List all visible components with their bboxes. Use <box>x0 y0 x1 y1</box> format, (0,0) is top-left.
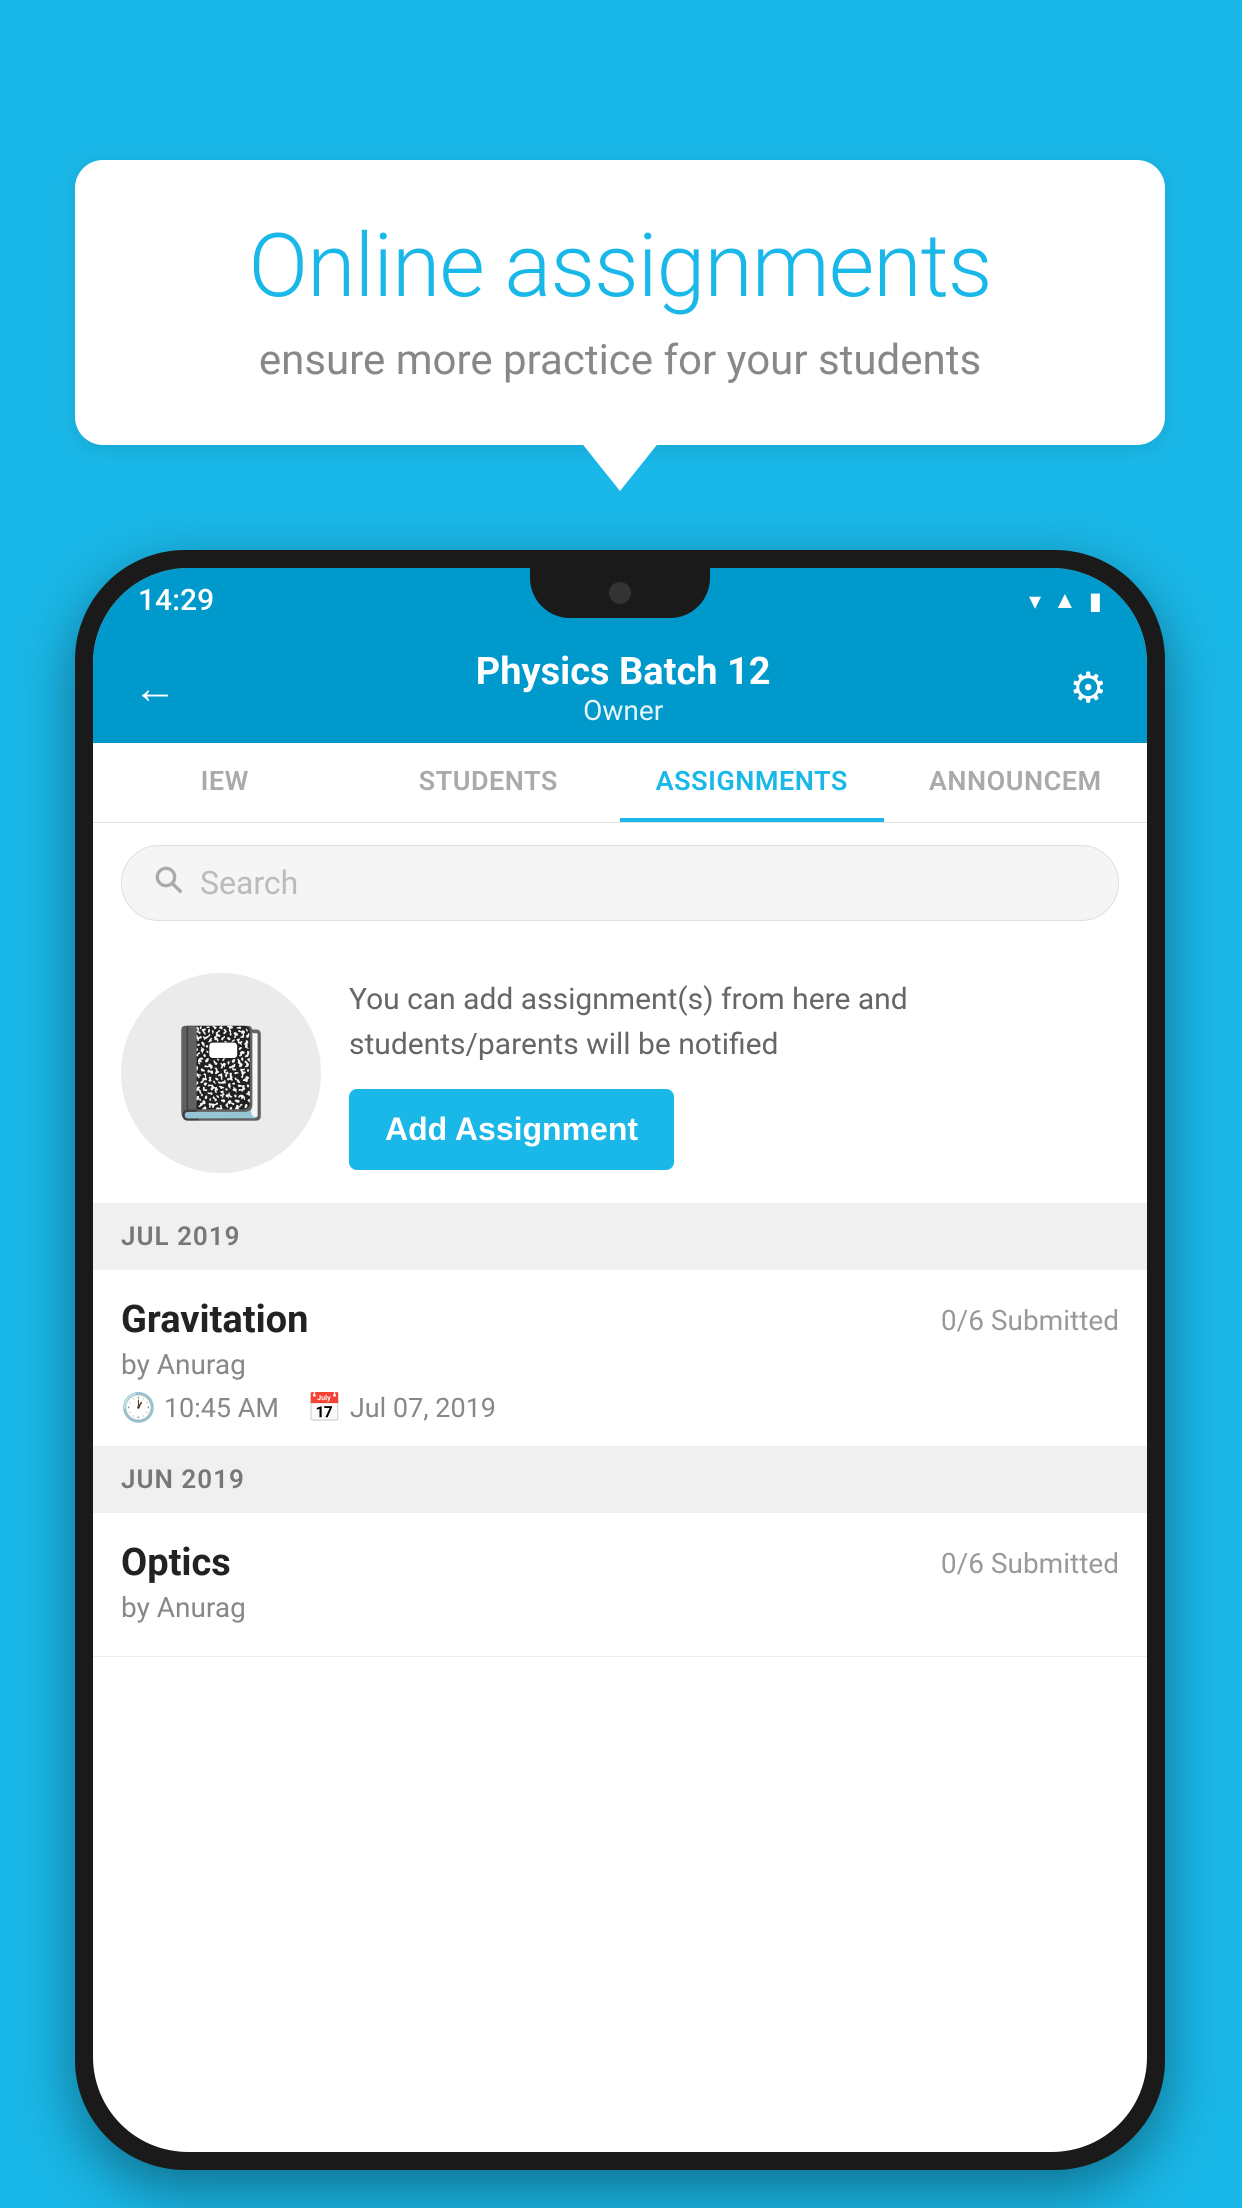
notebook-icon-wrap: 📓 <box>121 973 321 1173</box>
phone-screen: 14:29 ▾ ▲ ▮ ← Physics Batch 12 Owner ⚙ I… <box>93 568 1147 2152</box>
assignment-title-optics: Optics <box>121 1541 231 1585</box>
battery-icon: ▮ <box>1089 587 1102 615</box>
header-center: Physics Batch 12 Owner <box>476 650 771 727</box>
status-time: 14:29 <box>138 583 214 618</box>
section-header-jul: JUL 2019 <box>93 1204 1147 1270</box>
assignment-date: 📅 Jul 07, 2019 <box>307 1391 496 1424</box>
wifi-icon: ▾ <box>1029 587 1041 615</box>
clock-icon: 🕐 <box>121 1391 156 1424</box>
add-assignment-button[interactable]: Add Assignment <box>349 1089 674 1170</box>
search-container: Search <box>93 823 1147 943</box>
batch-title: Physics Batch 12 <box>476 650 771 694</box>
back-button[interactable]: ← <box>133 662 177 714</box>
assignment-item-optics[interactable]: Optics 0/6 Submitted by Anurag <box>93 1513 1147 1657</box>
search-placeholder: Search <box>200 864 298 902</box>
bubble-subtitle: ensure more practice for your students <box>135 336 1105 385</box>
app-header: ← Physics Batch 12 Owner ⚙ <box>93 633 1147 743</box>
section-header-jun: JUN 2019 <box>93 1447 1147 1513</box>
status-bar: 14:29 ▾ ▲ ▮ <box>93 568 1147 633</box>
info-text: You can add assignment(s) from here and … <box>349 977 1119 1170</box>
calendar-icon: 📅 <box>307 1391 342 1424</box>
signal-icon: ▲ <box>1053 586 1077 615</box>
tab-announcements[interactable]: ANNOUNCEM <box>884 743 1148 822</box>
tab-assignments[interactable]: ASSIGNMENTS <box>620 743 884 822</box>
content-area: Search 📓 You can add assignment(s) from … <box>93 823 1147 1657</box>
info-card: 📓 You can add assignment(s) from here an… <box>93 943 1147 1204</box>
owner-label: Owner <box>476 694 771 727</box>
settings-button[interactable]: ⚙ <box>1069 663 1107 713</box>
assignment-submitted: 0/6 Submitted <box>941 1304 1119 1337</box>
assignment-submitted-optics: 0/6 Submitted <box>941 1547 1119 1580</box>
camera <box>609 582 631 604</box>
speech-bubble: Online assignments ensure more practice … <box>75 160 1165 445</box>
bubble-title: Online assignments <box>135 215 1105 318</box>
search-icon <box>152 862 184 904</box>
assignment-top-row-2: Optics 0/6 Submitted <box>121 1541 1119 1585</box>
search-bar[interactable]: Search <box>121 845 1119 921</box>
assignment-author: by Anurag <box>121 1348 1119 1381</box>
assignment-author-optics: by Anurag <box>121 1591 1119 1624</box>
assignment-item-gravitation[interactable]: Gravitation 0/6 Submitted by Anurag 🕐 10… <box>93 1270 1147 1447</box>
phone-frame: 14:29 ▾ ▲ ▮ ← Physics Batch 12 Owner ⚙ I… <box>75 550 1165 2170</box>
tabs-bar: IEW STUDENTS ASSIGNMENTS ANNOUNCEM <box>93 743 1147 823</box>
assignment-time: 🕐 10:45 AM <box>121 1391 279 1424</box>
tab-iew[interactable]: IEW <box>93 743 357 822</box>
status-icons: ▾ ▲ ▮ <box>1029 586 1102 615</box>
notebook-icon: 📓 <box>165 1021 277 1126</box>
notch <box>530 568 710 618</box>
assignment-meta: 🕐 10:45 AM 📅 Jul 07, 2019 <box>121 1391 1119 1424</box>
assignment-title: Gravitation <box>121 1298 308 1342</box>
tab-students[interactable]: STUDENTS <box>357 743 621 822</box>
assignment-top-row: Gravitation 0/6 Submitted <box>121 1298 1119 1342</box>
info-description: You can add assignment(s) from here and … <box>349 977 1119 1067</box>
